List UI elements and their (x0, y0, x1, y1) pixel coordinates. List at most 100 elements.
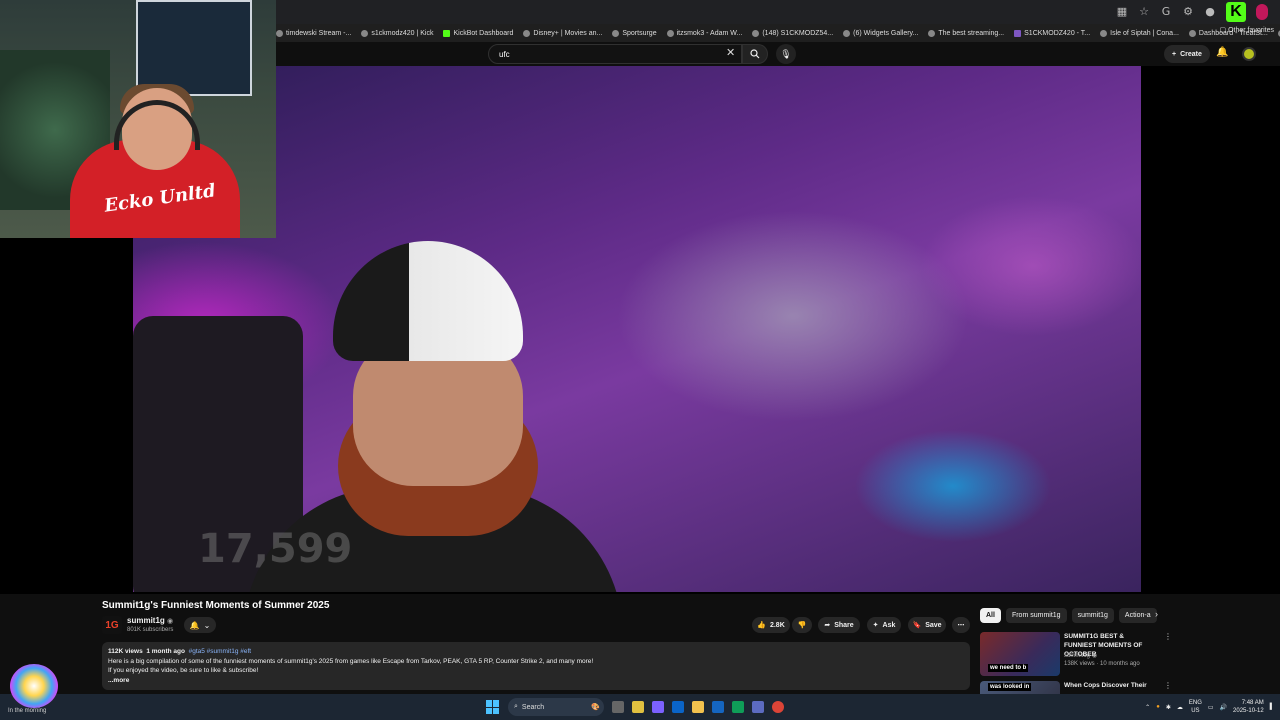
language-indicator[interactable]: ENG US (1189, 699, 1202, 715)
bookmark-favicon-icon (443, 29, 451, 37)
notifications-bell-icon[interactable]: 🔔 (1216, 47, 1228, 58)
description-line-2: If you enjoyed the video, be sure to lik… (108, 667, 259, 674)
more-vertical-icon[interactable]: ⋮ (1164, 632, 1172, 641)
outlook-icon[interactable] (672, 701, 684, 713)
recommended-channel[interactable]: summit1g ◉ (1064, 652, 1097, 659)
copilot-icon[interactable] (632, 701, 644, 713)
bookmark-label: Isle of Siptah | Cona... (1110, 29, 1179, 37)
bookmark-label: Sportsurge (622, 29, 657, 37)
bookmark-label: The best streaming... (938, 29, 1005, 37)
language-top: ENG (1188, 700, 1202, 706)
save-label: Save (925, 621, 942, 629)
bookmark-label: timdewski Stream -... (286, 29, 352, 37)
channel-name[interactable]: summit1g ◉ (127, 616, 173, 625)
clock[interactable]: 7:48 AM 2025-10-12 (1233, 699, 1264, 715)
discord-icon[interactable] (752, 701, 764, 713)
hashtags[interactable]: #gta5 #summit1g #eft (189, 648, 252, 655)
bookmark-favicon-icon (276, 29, 283, 37)
other-favorites-folder[interactable]: ▢ Other favorites (1220, 26, 1274, 34)
clock-time: 7:48 AM (1241, 700, 1264, 706)
ask-button[interactable]: ✦ Ask (867, 617, 901, 633)
notification-center-icon[interactable]: ▌ (1270, 704, 1274, 710)
network-icon[interactable]: ▭ (1208, 704, 1214, 711)
counter-overlay: 17,599 (198, 526, 353, 572)
like-button[interactable]: 👍 2.8K (752, 617, 790, 633)
chip-all[interactable]: All (980, 607, 1001, 623)
channel-avatar[interactable]: 1G (102, 616, 122, 634)
create-button[interactable]: + Create (1164, 45, 1210, 63)
verified-icon: ◉ (167, 618, 174, 625)
more-actions-button[interactable]: ⋯ (952, 617, 970, 633)
edge-icon[interactable] (732, 701, 744, 713)
profile-avatar[interactable] (1256, 4, 1268, 20)
recommended-title[interactable]: When Cops Discover Their (1064, 681, 1158, 690)
bookmark-favicon-icon (1188, 29, 1196, 37)
tray-app-icon[interactable]: ● (1156, 704, 1160, 710)
bookmark-item[interactable]: (6) Widgets Gallery... (843, 29, 918, 37)
taskbar-search[interactable]: ⌕ Search 🎨 (508, 698, 604, 716)
taskbar-search-label: Search (521, 703, 545, 711)
search-input[interactable]: ufc (488, 44, 742, 64)
show-more-link[interactable]: ...more (108, 676, 964, 686)
volume-icon[interactable]: 🔊 (1220, 704, 1227, 711)
task-view-icon[interactable] (612, 701, 624, 713)
dislike-button[interactable]: 👎 (792, 617, 812, 633)
description-line-1: Here is a big compilation of some of the… (108, 657, 594, 665)
video-frame[interactable]: 17,599 (133, 66, 1141, 592)
onedrive-icon[interactable]: ☁ (1177, 704, 1183, 711)
verified-icon: ◉ (1091, 653, 1097, 659)
store-icon[interactable] (712, 701, 724, 713)
bookmark-item[interactable]: Sportsurge (612, 29, 657, 37)
subscribed-button[interactable]: 🔔 ⌄ (184, 617, 216, 633)
grid-icon[interactable]: ▦ (1116, 6, 1128, 18)
bookmarks-bar: timdewski Stream -... s1ckmodz420 | Kick K… (276, 26, 1280, 40)
star-icon[interactable]: ☆ (1138, 6, 1150, 18)
file-explorer-icon[interactable] (692, 701, 704, 713)
extension-icon[interactable]: ⚙ (1182, 6, 1194, 18)
more-horizontal-icon: ⋯ (957, 622, 965, 629)
clear-search-icon[interactable]: ✕ (726, 46, 735, 59)
bookmark-item[interactable]: Disney+ | Movies an... (523, 29, 602, 37)
bookmark-item[interactable]: itzsmok3 - Adam W... (666, 29, 742, 37)
chip-summit1g[interactable]: summit1g (1071, 607, 1114, 623)
system-tray: ⌃ ● ✱ ☁ ENG US ▭ 🔊 7:48 AM 2025-10-12 ▌ (1145, 697, 1274, 717)
bookmark-item[interactable]: The best streaming... (928, 29, 1005, 37)
chrome-icon[interactable] (772, 701, 784, 713)
bookmark-item[interactable]: timdewski Stream -... (276, 29, 352, 37)
video-thumbnail[interactable]: was looked in (980, 681, 1060, 694)
share-button[interactable]: ➦ Share (818, 617, 860, 633)
bookmark-item[interactable]: s1ckmodz420 | Kick (361, 29, 433, 37)
description-box[interactable]: 112K views 1 month ago #gta5 #summit1g #… (102, 642, 970, 690)
recommended-video[interactable]: we need to b SUMMIT1G BEST & FUNNIEST MO… (980, 632, 1172, 678)
start-button[interactable] (486, 700, 500, 714)
bookmark-label: KickBot Dashboard (453, 29, 514, 37)
chip-action[interactable]: Action-a (1118, 607, 1157, 623)
bookmark-item[interactable]: Isle of Siptah | Cona... (1100, 29, 1179, 37)
weather-widget-icon[interactable] (10, 664, 58, 708)
save-button[interactable]: 🔖 Save (908, 617, 946, 633)
description-meta: 112K views 1 month ago #gta5 #summit1g #… (108, 647, 964, 657)
plus-icon: + (1172, 50, 1177, 58)
thumbnail-caption: we need to b (988, 664, 1029, 672)
recommended-video[interactable]: was looked in When Cops Discover Their ⋮ (980, 681, 1170, 694)
more-vertical-icon[interactable]: ⋮ (1164, 681, 1170, 690)
voice-search-button[interactable]: 🎙 (776, 44, 796, 64)
account-avatar[interactable] (1242, 47, 1256, 61)
profile-icon[interactable]: ● (1204, 6, 1216, 18)
chevron-up-icon[interactable]: ⌃ (1145, 704, 1150, 711)
search-button[interactable] (742, 44, 768, 64)
chips-next-chevron-icon[interactable]: › (1155, 609, 1158, 619)
bookmark-item[interactable]: KickBot Dashboard (443, 29, 514, 37)
thumbnail-caption: was looked in (988, 683, 1032, 691)
weather-widget-text[interactable]: In the morning (8, 708, 46, 714)
bluetooth-icon[interactable]: ✱ (1166, 704, 1171, 711)
google-icon[interactable]: G (1160, 6, 1172, 18)
video-thumbnail[interactable]: we need to b (980, 632, 1060, 676)
teams-icon[interactable] (652, 701, 664, 713)
chip-from-summit1g[interactable]: From summit1g (1005, 607, 1067, 623)
recommended-meta: 138K views · 10 months ago (1064, 661, 1140, 667)
bookmark-item[interactable]: S1CKMODZ420 - T... (1014, 29, 1090, 37)
kick-logo-icon[interactable]: K (1226, 2, 1246, 22)
bookmark-icon: 🔖 (912, 622, 922, 629)
bookmark-item[interactable]: (148) S1CKMODZ54... (752, 29, 833, 37)
